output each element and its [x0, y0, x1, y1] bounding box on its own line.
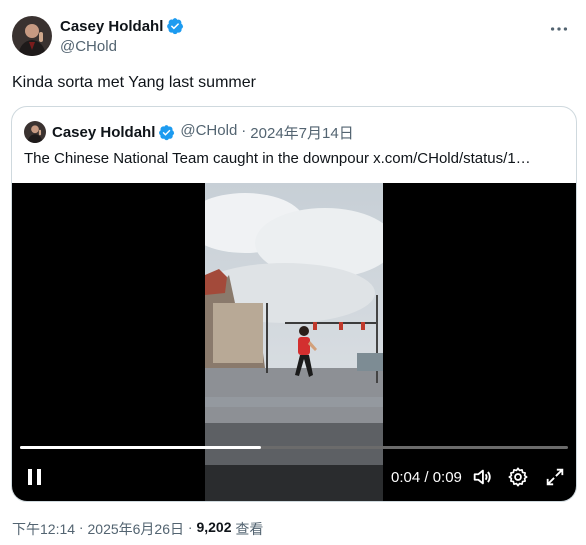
video-player[interactable]: 0:04 / 0:09: [12, 183, 576, 501]
post-date[interactable]: 2025年6月26日: [88, 519, 185, 539]
verified-badge-icon: [167, 18, 184, 35]
quoted-author-name: Casey Holdahl: [52, 123, 156, 141]
author-avatar[interactable]: [12, 16, 52, 56]
more-options-icon[interactable]: [548, 18, 570, 40]
views-label: 查看: [231, 521, 264, 537]
quoted-text: The Chinese National Team caught in the …: [24, 150, 531, 167]
video-frame: [205, 183, 383, 501]
tweet-footer: 下午12:14 · 2025年6月26日 · 9,202 查看: [12, 519, 263, 539]
quoted-date: 2024年7月14日: [250, 124, 354, 142]
post-time[interactable]: 下午12:14: [12, 519, 75, 539]
views-count: 9,202: [196, 519, 232, 535]
author-handle[interactable]: @CHold: [60, 38, 117, 55]
video-time: 0:04 / 0:09: [391, 469, 462, 486]
video-progress-bar[interactable]: [20, 446, 568, 449]
tweet-header: Casey Holdahl @CHold: [12, 14, 574, 58]
footer-separator: ·: [75, 519, 88, 535]
tweet-text: Kinda sorta met Yang last summer: [12, 74, 256, 91]
pause-icon[interactable]: [26, 467, 44, 487]
author-name[interactable]: Casey Holdahl: [60, 18, 163, 35]
video-progress-fill: [20, 446, 262, 449]
quoted-tweet[interactable]: Casey Holdahl @CHold · 2024年7月14日 The Ch…: [11, 106, 577, 502]
volume-icon[interactable]: [471, 466, 493, 488]
footer-separator: ·: [184, 519, 197, 535]
quoted-author-avatar: [24, 121, 46, 143]
settings-gear-icon[interactable]: [507, 466, 529, 488]
quoted-author-handle: @CHold: [180, 121, 238, 139]
fullscreen-icon[interactable]: [544, 466, 566, 488]
verified-badge-icon: [159, 124, 175, 140]
meta-separator: ·: [241, 121, 247, 139]
